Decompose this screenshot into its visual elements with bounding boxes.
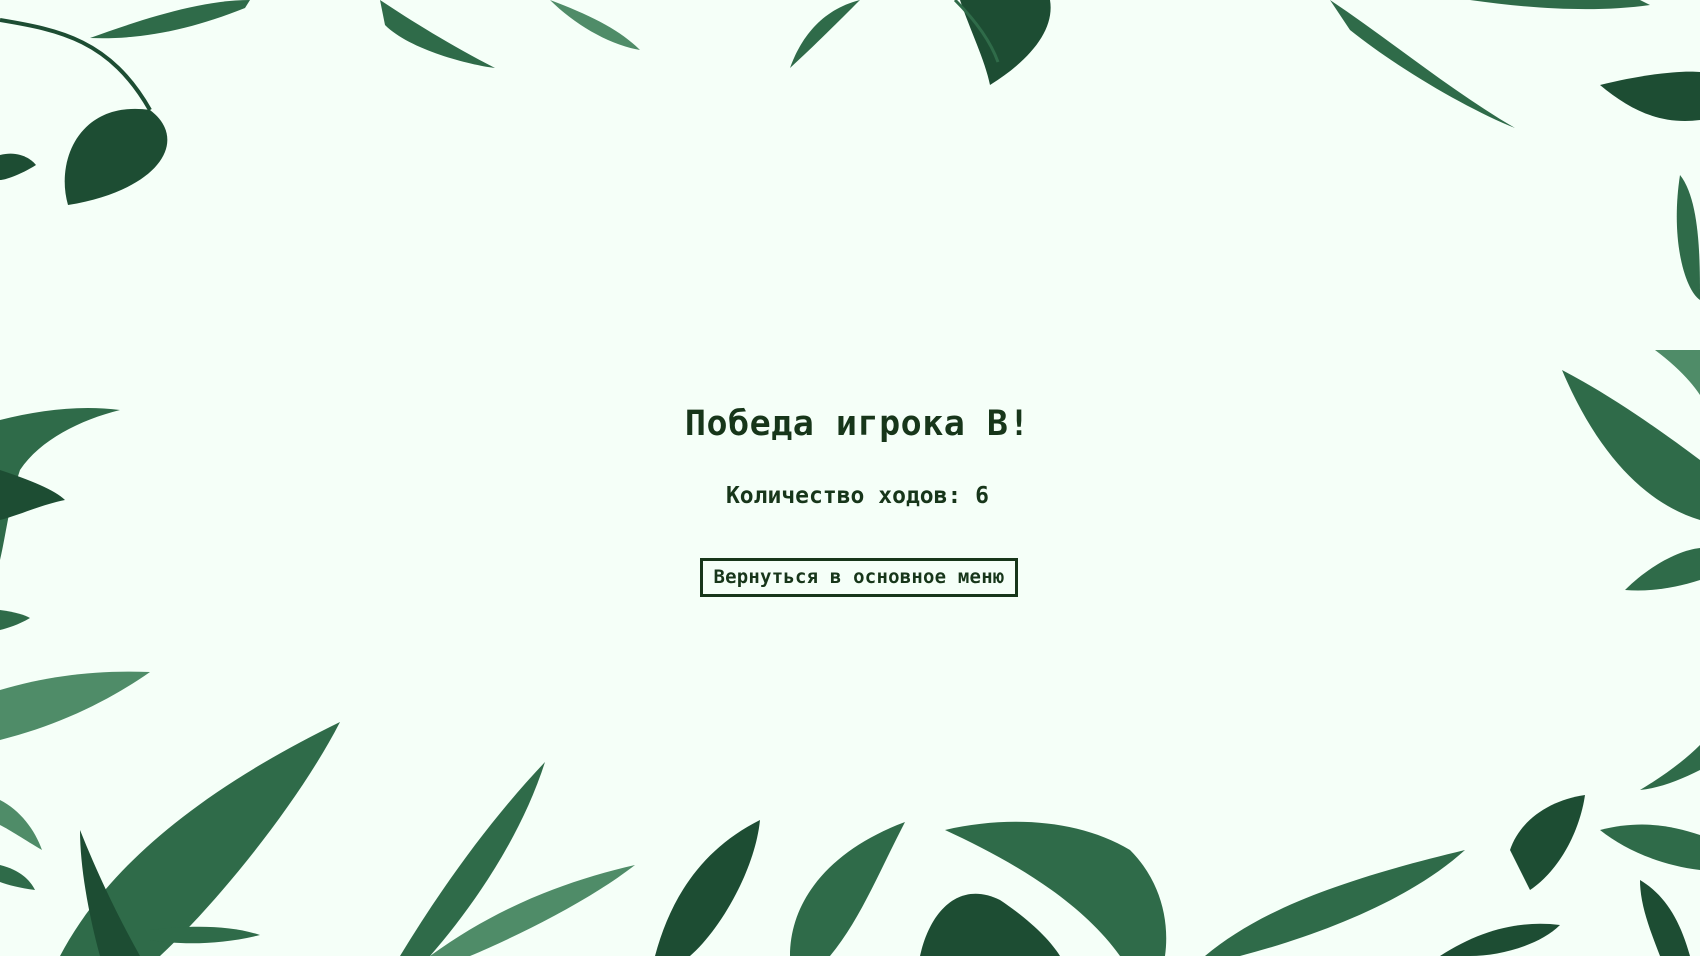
result-panel: Победа игрока В! Количество ходов: 6 Вер… [0, 0, 1700, 956]
moves-count-text: Количество ходов: 6 [725, 483, 990, 509]
return-to-main-menu-button[interactable]: Вернуться в основное меню [700, 558, 1018, 597]
winner-title: Победа игрока В! [684, 404, 1031, 444]
victory-screen: Победа игрока В! Количество ходов: 6 Вер… [0, 0, 1700, 956]
